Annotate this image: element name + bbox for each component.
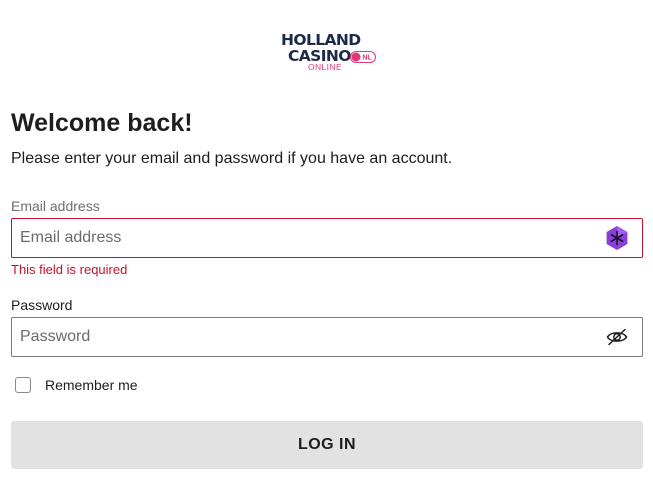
password-field-wrapper [11,317,643,357]
nl-badge-icon: NL [350,51,376,63]
email-field[interactable] [20,219,590,257]
holland-casino-logo: HOLLAND CASINO ONLINE NL [281,32,381,74]
password-label: Password [11,297,73,313]
email-label: Email address [11,198,100,214]
page-subtitle: Please enter your email and password if … [11,150,453,167]
logo-text-line1: HOLLAND [281,31,361,49]
remember-me-option[interactable]: Remember me [15,376,138,394]
password-manager-extension-icon[interactable] [604,225,630,251]
login-button[interactable]: LOG IN [11,421,643,469]
remember-me-label: Remember me [45,377,138,393]
password-field[interactable] [20,318,590,356]
logo-text-online: ONLINE [308,62,343,72]
eye-slash-icon[interactable] [606,328,628,346]
page-title: Welcome back! [11,109,193,137]
email-field-wrapper [11,218,643,258]
email-error-message: This field is required [11,262,128,277]
nl-badge-text: NL [362,55,372,62]
remember-me-checkbox[interactable] [15,377,31,393]
